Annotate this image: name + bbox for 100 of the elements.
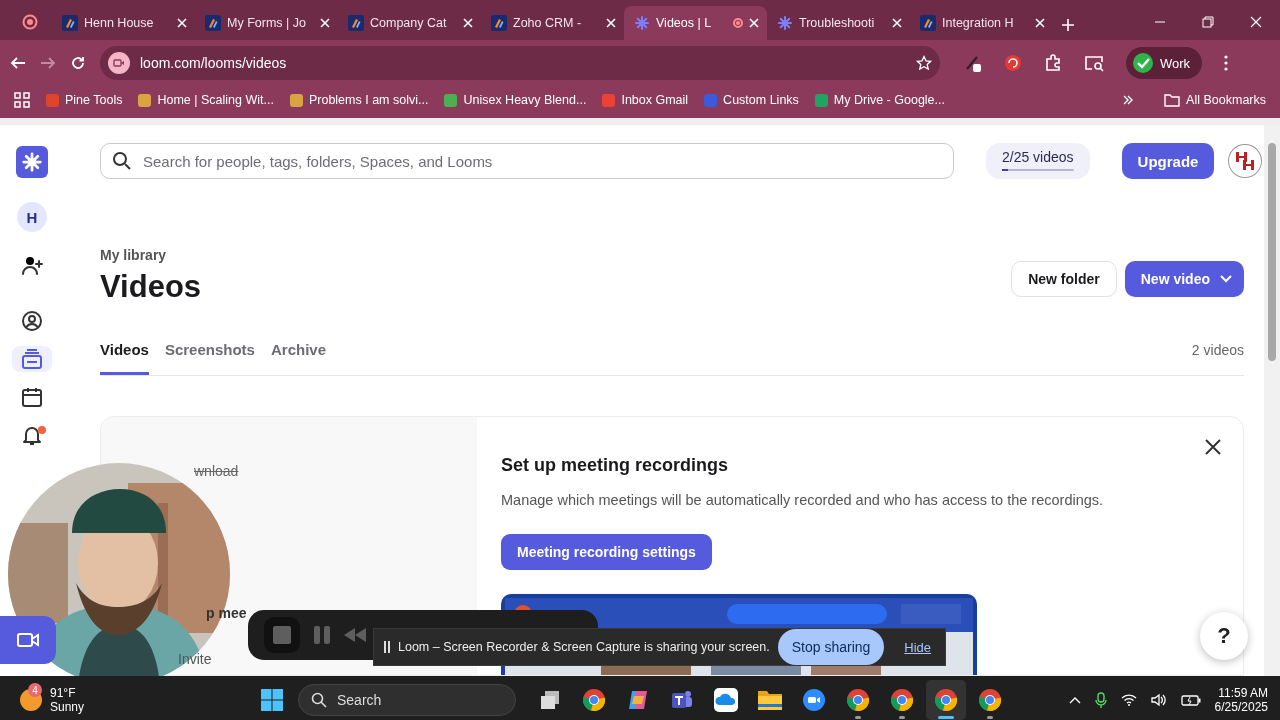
new-video-button[interactable]: New video — [1124, 261, 1244, 297]
upgrade-button[interactable]: Upgrade — [1121, 143, 1215, 179]
all-bookmarks[interactable]: All Bookmarks — [1164, 93, 1266, 107]
clock[interactable]: 11:59 AM 6/25/2025 — [1214, 686, 1268, 714]
pause-button[interactable] — [314, 626, 330, 644]
search-field[interactable]: Search for people, tags, folders, Spaces, and Looms — [100, 143, 954, 179]
download-text: wnload — [194, 463, 239, 479]
forms-icon — [348, 15, 364, 31]
record-button[interactable] — [0, 616, 56, 664]
address-bar[interactable]: loom.com/looms/videos — [100, 46, 940, 80]
zoom-icon[interactable] — [802, 688, 826, 712]
browser-tab[interactable]: My Forms | Jo — [195, 6, 338, 40]
extensions-icon[interactable] — [1044, 54, 1062, 72]
sharing-message: Loom – Screen Recorder & Screen Capture is sharing your screen. — [398, 640, 770, 654]
chrome-icon[interactable] — [846, 688, 870, 712]
forms-icon — [205, 15, 221, 31]
taskbar-app[interactable] — [926, 680, 966, 720]
forward-icon[interactable] — [40, 55, 56, 71]
stop-sharing-button[interactable]: Stop sharing — [777, 629, 885, 665]
battery-icon[interactable] — [1180, 694, 1201, 706]
apps-grid-icon[interactable] — [14, 92, 30, 108]
bookmark[interactable]: Custom Links — [704, 93, 799, 107]
calendar-icon — [20, 385, 44, 409]
folder-icon[interactable] — [757, 688, 783, 712]
cloud-icon[interactable] — [713, 687, 739, 713]
content-tab[interactable]: Videos — [100, 341, 149, 375]
browser-tab[interactable]: Troubleshooti — [767, 6, 910, 40]
back-icon[interactable] — [10, 55, 26, 71]
card-title: Set up meeting recordings — [501, 455, 730, 476]
reload-icon[interactable] — [70, 55, 86, 71]
user-icon — [20, 309, 44, 333]
browser-tab[interactable]: Henn House — [52, 6, 195, 40]
breadcrumb[interactable]: My library — [100, 247, 202, 263]
temperature: 91°F — [50, 686, 77, 700]
loom-icon — [777, 15, 793, 31]
profile-button[interactable]: Work — [1126, 47, 1203, 79]
speaker-icon[interactable] — [1150, 693, 1167, 707]
weather-condition: Sunny — [50, 700, 85, 714]
rewind-button[interactable] — [344, 628, 366, 642]
scrollbar-thumb[interactable] — [1268, 143, 1276, 361]
wifi-icon[interactable] — [1120, 694, 1137, 706]
pen-icon[interactable] — [964, 54, 982, 72]
video-count: 2 videos — [1191, 342, 1244, 360]
loom-icon — [634, 15, 650, 31]
forms-icon — [491, 15, 507, 31]
restore-icon[interactable] — [1202, 16, 1214, 28]
bookmark[interactable]: Home | Scaling Wit... — [138, 93, 274, 107]
library-icon — [20, 347, 44, 371]
record-icon[interactable] — [22, 14, 38, 30]
chevron-up-icon[interactable] — [1068, 696, 1081, 704]
pause-icon — [314, 626, 330, 644]
content-tab[interactable]: Archive — [270, 341, 326, 375]
taskbar-search[interactable]: Search — [298, 684, 516, 716]
forms-icon — [62, 15, 78, 31]
page-title: Videos — [100, 269, 202, 305]
browser-tab[interactable]: Company Cat — [338, 6, 481, 40]
loom-icon — [21, 151, 43, 173]
browser-tab[interactable]: Integration H — [910, 6, 1053, 40]
close-icon[interactable] — [1205, 439, 1221, 455]
browser-tab[interactable]: Videos | L — [624, 6, 767, 40]
chrome-icon[interactable] — [890, 688, 914, 712]
bookmark[interactable]: Pine Tools — [46, 93, 123, 107]
windows-logo-icon[interactable] — [260, 688, 284, 712]
workspace-avatar[interactable]: H — [17, 202, 47, 232]
menu-icon[interactable] — [1224, 55, 1229, 71]
search-icon — [112, 151, 132, 171]
microphone-icon[interactable] — [1094, 692, 1107, 708]
date: 6/25/2025 — [1214, 700, 1268, 714]
weather-widget[interactable]: 4 91°F Sunny — [20, 686, 260, 714]
weather-badge: 4 — [28, 683, 42, 697]
new-tab-icon[interactable] — [1061, 18, 1075, 32]
content-tab[interactable]: Screenshots — [164, 341, 255, 375]
bookmark[interactable]: Unisex Heavy Blend... — [444, 93, 587, 107]
bookmark[interactable]: Problems I am solvi... — [289, 93, 429, 107]
bookmark[interactable]: My Drive - Google... — [814, 93, 945, 107]
card-description: Manage which meetings will be automatically recorded and who has access to the recordings. — [501, 492, 1105, 508]
check-icon — [1132, 52, 1154, 74]
hide-link[interactable]: Hide — [904, 639, 932, 655]
help-button[interactable]: ? — [1200, 612, 1248, 660]
search-icon — [311, 692, 327, 708]
browser-tab[interactable]: Zoho CRM - — [481, 6, 624, 40]
bookmark[interactable]: Inbox Gmail — [602, 93, 689, 107]
copilot-icon[interactable] — [626, 688, 650, 712]
stop-icon — [273, 626, 291, 644]
folder-icon — [1164, 93, 1181, 107]
new-folder-button[interactable]: New folder — [1011, 261, 1117, 297]
record-extension-icon[interactable] — [1004, 54, 1022, 72]
screen-search-icon[interactable] — [1084, 54, 1104, 72]
video-quota[interactable]: 2/25 videos — [986, 143, 1090, 179]
stop-button[interactable] — [264, 617, 300, 653]
meeting-settings-button[interactable]: Meeting recording settings — [501, 534, 712, 570]
star-icon[interactable] — [916, 55, 932, 71]
windows-icon[interactable] — [539, 689, 561, 711]
forms-icon — [920, 15, 936, 31]
camera-icon — [113, 58, 125, 68]
chrome-icon[interactable] — [934, 688, 958, 712]
chrome-icon[interactable] — [582, 688, 606, 712]
chevrons-icon[interactable] — [1122, 94, 1135, 106]
chrome-icon[interactable] — [978, 688, 1002, 712]
loom-logo[interactable] — [16, 146, 48, 178]
